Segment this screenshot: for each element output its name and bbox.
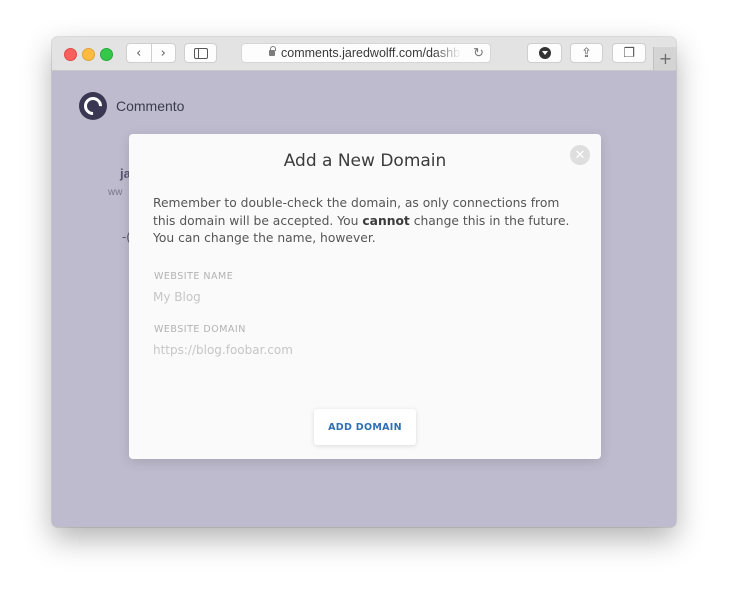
website-domain-input[interactable] xyxy=(153,341,553,359)
nav-buttons: ‹ › xyxy=(126,43,176,63)
window-close-button[interactable] xyxy=(64,48,77,61)
lock-icon xyxy=(269,46,276,56)
logo-mark-icon xyxy=(80,93,106,119)
back-button[interactable]: ‹ xyxy=(127,44,151,62)
plus-icon: + xyxy=(658,49,673,68)
description-emphasis: cannot xyxy=(362,213,410,228)
window-minimize-button[interactable] xyxy=(82,48,95,61)
close-icon: ✕ xyxy=(574,147,586,163)
tabs-icon: ❐ xyxy=(623,45,635,61)
new-tab-button[interactable]: + xyxy=(653,47,676,70)
download-icon xyxy=(538,47,551,59)
brand-name: Commento xyxy=(116,98,185,114)
website-name-input[interactable] xyxy=(153,288,553,306)
modal-close-button[interactable]: ✕ xyxy=(570,145,590,165)
window-maximize-button[interactable] xyxy=(100,48,113,61)
chevron-right-icon: › xyxy=(160,45,166,61)
add-domain-button[interactable]: ADD DOMAIN xyxy=(314,409,416,445)
show-tabs-button[interactable]: ❐ xyxy=(612,43,646,63)
website-name-label: WEBSITE NAME xyxy=(154,271,234,282)
forward-button[interactable]: › xyxy=(152,44,176,62)
share-icon: ⇪ xyxy=(581,45,592,61)
address-bar[interactable]: comments.jaredwolff.com/dashboard ↻ xyxy=(241,43,491,63)
add-domain-modal: Add a New Domain ✕ Remember to double-ch… xyxy=(129,134,601,459)
background-text: ww xyxy=(108,187,123,198)
share-button[interactable]: ⇪ xyxy=(570,43,603,63)
sidebar-icon xyxy=(193,47,208,59)
commento-logo xyxy=(79,92,107,120)
browser-toolbar: ‹ › comments.jaredwolff.com/dashboard ↻ … xyxy=(52,37,676,71)
url-text: comments.jaredwolff.com/dashboard xyxy=(281,46,461,60)
downloads-button[interactable] xyxy=(527,43,562,63)
chevron-left-icon: ‹ xyxy=(136,45,142,61)
website-domain-label: WEBSITE DOMAIN xyxy=(154,324,246,335)
modal-description: Remember to double-check the domain, as … xyxy=(153,195,573,248)
sidebar-toggle-button[interactable] xyxy=(184,43,217,63)
reload-icon[interactable]: ↻ xyxy=(473,45,484,61)
modal-title: Add a New Domain xyxy=(283,151,447,171)
